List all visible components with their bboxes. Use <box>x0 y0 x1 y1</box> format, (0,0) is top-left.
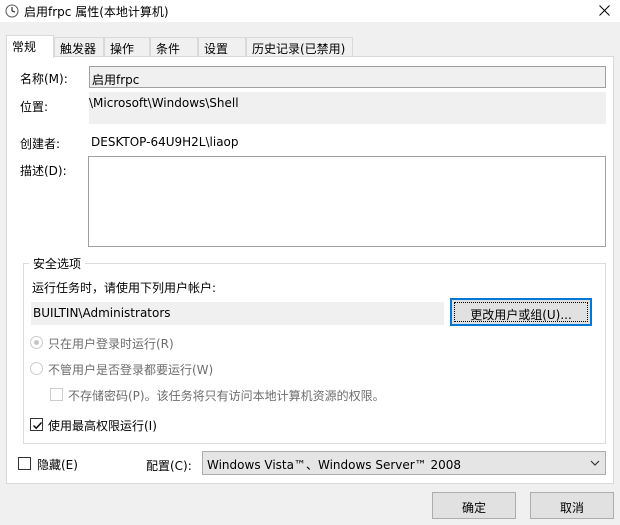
do-not-store-password-label: 不存储密码(P)。该任务将只有访问本地计算机资源的权限。 <box>68 389 385 403</box>
name-label: 名称(M): <box>20 72 68 86</box>
tab-conditions[interactable]: 条件 <box>150 37 198 57</box>
general-tab-panel: 名称(M): 启用frpc 位置: \Microsoft\Windows\She… <box>6 56 614 484</box>
configure-select-value: Windows Vista™、Windows Server™ 2008 <box>207 458 462 472</box>
tab-general[interactable]: 常规 <box>6 35 54 58</box>
ok-button[interactable]: 确定 <box>432 492 516 519</box>
highest-privileges-checkbox[interactable] <box>30 418 43 431</box>
configure-select[interactable]: Windows Vista™、Windows Server™ 2008 <box>202 451 606 475</box>
highest-privileges-label: 使用最高权限运行(I) <box>48 419 157 433</box>
tab-actions[interactable]: 操作 <box>104 37 150 57</box>
tab-triggers[interactable]: 触发器 <box>54 37 104 57</box>
run-whether-logged-on-radio[interactable] <box>30 362 43 375</box>
do-not-store-password-checkbox[interactable] <box>50 388 63 401</box>
close-icon <box>599 5 610 16</box>
change-user-button[interactable]: 更改用户或组(U)... <box>450 298 592 326</box>
clock-task-icon <box>5 4 19 18</box>
tab-strip: 常规 触发器 操作 条件 设置 历史记录(已禁用) <box>0 35 620 58</box>
cancel-button[interactable]: 取消 <box>530 492 614 519</box>
run-only-when-logged-on-label: 只在用户登录时运行(R) <box>48 337 174 351</box>
configure-label: 配置(C): <box>146 459 192 473</box>
run-as-label: 运行任务时，请使用下列用户帐户: <box>32 281 217 295</box>
chevron-down-icon <box>590 460 600 466</box>
name-field[interactable]: 启用frpc <box>89 66 606 88</box>
focus-rectangle <box>454 302 588 322</box>
author-label: 创建者: <box>20 137 61 151</box>
title-bar[interactable]: 启用frpc 属性(本地计算机) <box>0 0 620 22</box>
description-label: 描述(D): <box>20 164 67 178</box>
author-value[interactable]: DESKTOP-64U9H2L\liaop <box>91 135 239 149</box>
security-options-title: 安全选项 <box>29 255 86 272</box>
hidden-label: 隐藏(E) <box>37 458 78 472</box>
tab-settings[interactable]: 设置 <box>198 37 246 57</box>
run-as-user-field[interactable]: BUILTIN\Administrators <box>31 302 444 325</box>
run-whether-logged-on-label: 不管用户是否登录都要运行(W) <box>48 363 214 377</box>
run-only-when-logged-on-radio[interactable] <box>30 336 43 349</box>
location-label: 位置: <box>20 100 49 114</box>
close-button[interactable] <box>590 0 620 22</box>
description-textarea[interactable] <box>88 156 606 247</box>
location-field[interactable]: \Microsoft\Windows\Shell <box>89 92 606 124</box>
checkmark-icon <box>33 422 43 430</box>
hidden-checkbox[interactable] <box>18 457 31 470</box>
window-title: 启用frpc 属性(本地计算机) <box>24 5 169 19</box>
tab-history[interactable]: 历史记录(已禁用) <box>246 37 353 57</box>
